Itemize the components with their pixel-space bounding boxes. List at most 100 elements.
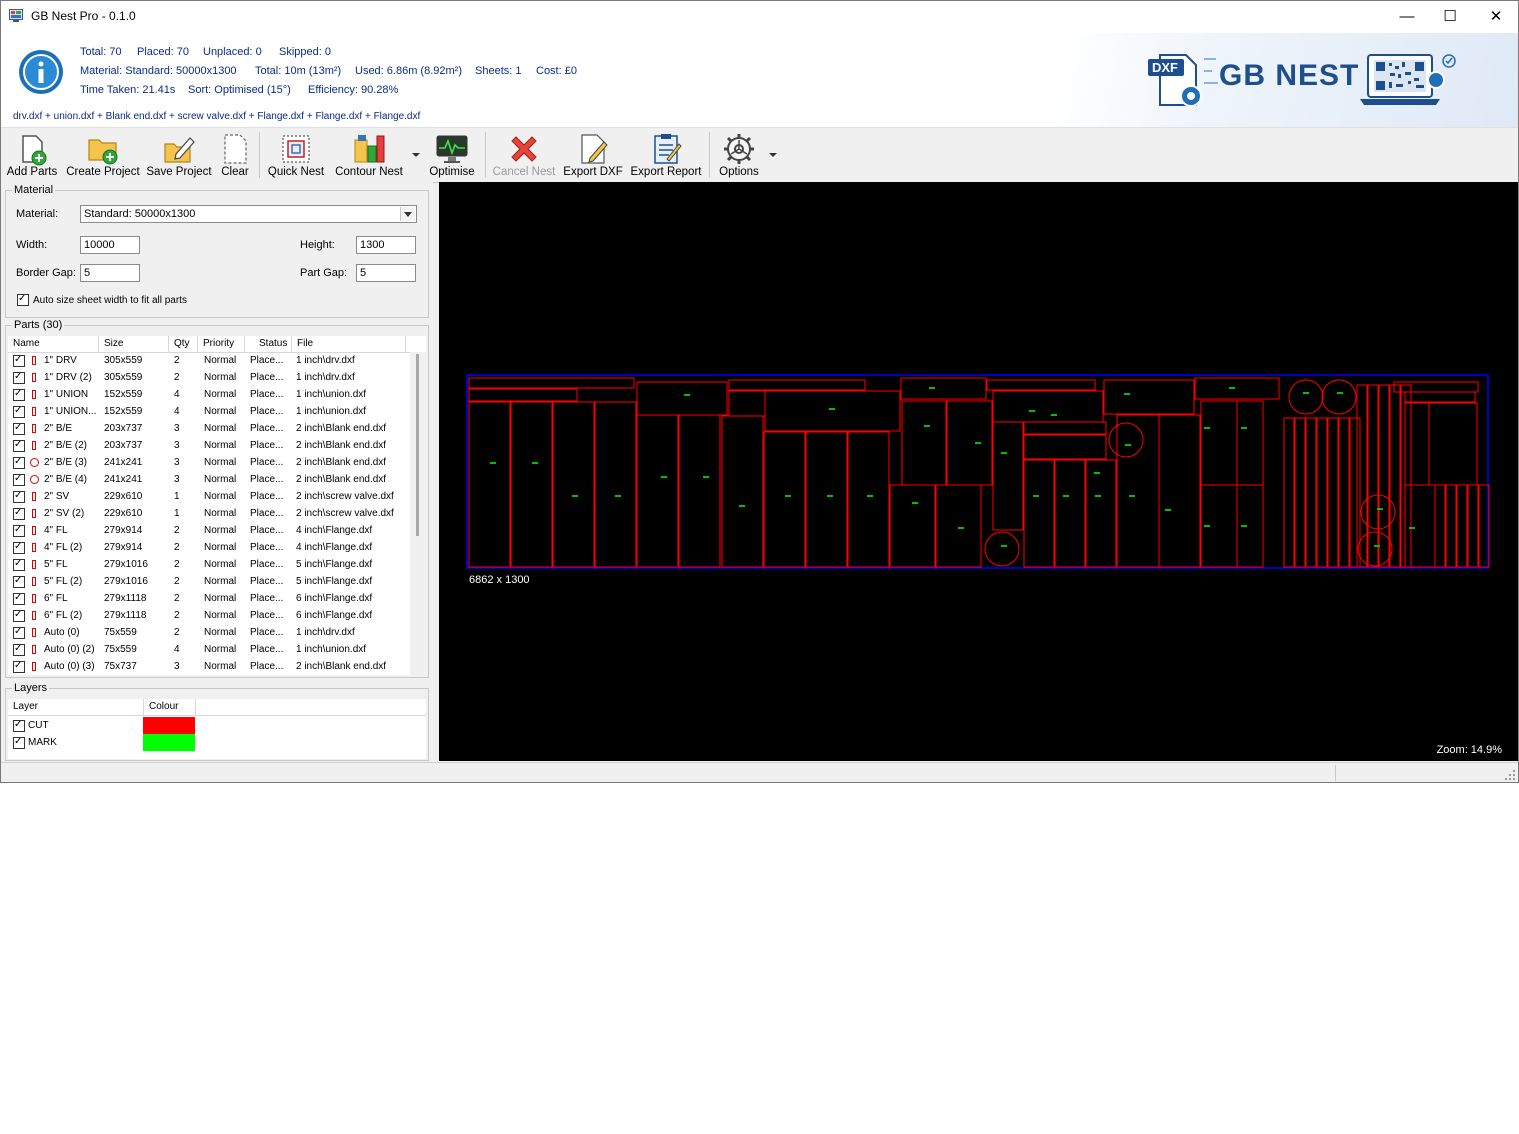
table-row[interactable]: 5" FL 279x1016 2 Normal Place... 5 inch\Flang… (8, 556, 410, 573)
part-name: 1" DRV (2) (44, 372, 92, 383)
table-row[interactable]: 2" B/E (2) 203x737 3 Normal Place... 2 inch\B… (8, 437, 410, 454)
part-mark (615, 495, 621, 497)
part-enabled-checkbox[interactable] (13, 661, 25, 673)
layer-visible-checkbox[interactable] (13, 720, 25, 732)
table-row[interactable]: Auto (0) (2) 75x559 4 Normal Place... 1 inch\… (8, 641, 410, 658)
part-mark (1095, 495, 1101, 497)
layer-row[interactable]: MARK (8, 734, 410, 751)
add-parts-button[interactable]: Add Parts (3, 128, 61, 182)
part-mark (572, 495, 578, 497)
quick-nest-button[interactable]: Quick Nest (263, 128, 329, 182)
parts-scrollbar-thumb[interactable] (416, 354, 419, 536)
part-shape-icon (32, 628, 36, 637)
nested-part (763, 431, 806, 568)
table-row[interactable]: Auto (0) 75x559 2 Normal Place... 1 inch\drv.… (8, 624, 410, 641)
sheet-outline (466, 374, 1489, 569)
add-parts-label: Add Parts (6, 166, 58, 178)
layer-colour-swatch[interactable] (143, 717, 195, 734)
column-status[interactable]: Status (245, 336, 292, 352)
part-enabled-checkbox[interactable] (13, 644, 25, 656)
part-enabled-checkbox[interactable] (13, 627, 25, 639)
part-enabled-checkbox[interactable] (13, 542, 25, 554)
part-status: Place... (250, 627, 284, 638)
border-gap-input[interactable]: 5 (80, 264, 140, 282)
table-row[interactable]: 2" SV 229x610 1 Normal Place... 2 inch\screw … (8, 488, 410, 505)
table-row[interactable]: 1" UNION... 152x559 4 Normal Place... 1 inch\… (8, 403, 410, 420)
options-button[interactable]: Options (713, 128, 765, 182)
layer-visible-checkbox[interactable] (13, 737, 25, 749)
table-row[interactable]: 4" FL 279x914 2 Normal Place... 4 inch\Flange… (8, 522, 410, 539)
table-row[interactable]: 2" B/E 203x737 3 Normal Place... 2 inch\Blank… (8, 420, 410, 437)
part-name: 2" SV (44, 491, 70, 502)
optimise-button[interactable]: Optimise (423, 128, 481, 182)
app-icon (9, 9, 23, 22)
table-row[interactable]: Auto (0) (3) 75x737 3 Normal Place... 2 inch\… (8, 658, 410, 675)
column-layer[interactable]: Layer (8, 699, 144, 715)
column-qty[interactable]: Qty (169, 336, 198, 352)
contour-nest-button[interactable]: Contour Nest (331, 128, 407, 182)
part-enabled-checkbox[interactable] (13, 593, 25, 605)
part-size: 75x737 (104, 661, 137, 672)
part-enabled-checkbox[interactable] (13, 423, 25, 435)
part-enabled-checkbox[interactable] (13, 389, 25, 401)
part-shape-icon (32, 407, 36, 416)
part-enabled-checkbox[interactable] (13, 406, 25, 418)
part-enabled-checkbox[interactable] (13, 440, 25, 452)
layers-group-title: Layers (12, 682, 50, 694)
clear-button[interactable]: Clear (215, 128, 255, 182)
part-enabled-checkbox[interactable] (13, 457, 25, 469)
table-row[interactable]: 2" B/E (4) 241x241 3 Normal Place... 2 inch\B… (8, 471, 410, 488)
part-enabled-checkbox[interactable] (13, 610, 25, 622)
nest-preview-canvas[interactable]: 6862 x 1300 Zoom: 14.9% (439, 182, 1518, 761)
layer-name: CUT (28, 720, 49, 731)
save-project-button[interactable]: Save Project (145, 128, 213, 182)
material-select[interactable]: Standard: 50000x1300 (80, 205, 417, 223)
table-row[interactable]: 1" UNION 152x559 4 Normal Place... 1 inch\uni… (8, 386, 410, 403)
minimize-button[interactable]: — (1384, 1, 1430, 31)
table-row[interactable]: 5" FL (2) 279x1016 2 Normal Place... 5 inch\F… (8, 573, 410, 590)
part-enabled-checkbox[interactable] (13, 508, 25, 520)
part-enabled-checkbox[interactable] (13, 559, 25, 571)
part-enabled-checkbox[interactable] (13, 525, 25, 537)
options-dropdown-icon[interactable] (769, 153, 777, 157)
create-project-button[interactable]: Create Project (63, 128, 143, 182)
export-report-button[interactable]: Export Report (627, 128, 705, 182)
part-enabled-checkbox[interactable] (13, 576, 25, 588)
table-row[interactable]: 4" FL (2) 279x914 2 Normal Place... 4 inch\Fl… (8, 539, 410, 556)
maximize-button[interactable]: ☐ (1427, 1, 1473, 31)
parts-list-header: Name Size Qty Priority Status File (8, 336, 426, 353)
table-row[interactable]: 6" FL (2) 279x1118 2 Normal Place... 6 inch\F… (8, 607, 410, 624)
column-colour[interactable]: Colour (144, 699, 196, 715)
column-size[interactable]: Size (99, 336, 169, 352)
layer-colour-swatch[interactable] (143, 734, 195, 751)
part-enabled-checkbox[interactable] (13, 355, 25, 367)
table-row[interactable]: 2" SV (2) 229x610 1 Normal Place... 2 inch\sc… (8, 505, 410, 522)
part-enabled-checkbox[interactable] (13, 491, 25, 503)
layers-list[interactable]: Layer Colour CUT MARK (8, 699, 426, 759)
column-file[interactable]: File (292, 336, 406, 352)
auto-size-checkbox[interactable] (17, 294, 29, 306)
height-input[interactable]: 1300 (356, 236, 416, 254)
export-dxf-button[interactable]: Export DXF (561, 128, 625, 182)
width-input[interactable]: 10000 (80, 236, 140, 254)
part-enabled-checkbox[interactable] (13, 372, 25, 384)
save-edit-icon (164, 137, 195, 163)
parts-list[interactable]: Name Size Qty Priority Status File 1" DR… (8, 336, 426, 675)
column-name[interactable]: Name (8, 336, 99, 352)
table-row[interactable]: 1" DRV 305x559 2 Normal Place... 1 inch\drv.d… (8, 352, 410, 369)
table-row[interactable]: 6" FL 279x1118 2 Normal Place... 6 inch\Flang… (8, 590, 410, 607)
nested-part (1428, 402, 1478, 486)
part-size: 279x1118 (104, 593, 147, 604)
part-enabled-checkbox[interactable] (13, 474, 25, 486)
layer-row[interactable]: CUT (8, 717, 410, 734)
resize-grip-icon[interactable] (1504, 769, 1516, 781)
column-priority[interactable]: Priority (198, 336, 245, 352)
nested-part (1434, 484, 1446, 568)
contour-nest-dropdown-icon[interactable] (412, 153, 420, 157)
table-row[interactable]: 2" B/E (3) 241x241 3 Normal Place... 2 inch\B… (8, 454, 410, 471)
part-gap-input[interactable]: 5 (356, 264, 416, 282)
table-row[interactable]: 1" DRV (2) 305x559 2 Normal Place... 1 inch\d… (8, 369, 410, 386)
close-button[interactable]: ✕ (1473, 1, 1518, 31)
parts-scrollbar[interactable] (410, 352, 426, 675)
cancel-nest-button[interactable]: Cancel Nest (489, 128, 559, 182)
